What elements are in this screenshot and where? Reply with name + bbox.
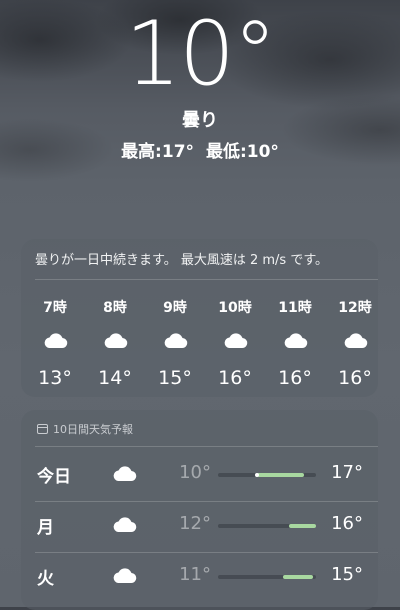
- day-high-temperature: 17°: [331, 462, 363, 483]
- cloud-icon: [111, 566, 137, 588]
- daily-row[interactable]: 月 12° 16°: [21, 501, 378, 551]
- hourly-scroll[interactable]: 7時 13° 8時 14° 9時 15° 10時 16° 11時 16° 12時 16°: [21, 297, 378, 389]
- high-temperature: 最高:17°: [121, 142, 195, 162]
- hour-temperature: 16°: [278, 367, 312, 389]
- temperature-range-bar: [218, 524, 316, 528]
- hour-temperature: 14°: [98, 367, 132, 389]
- temperature-range-bar: [218, 575, 316, 579]
- calendar-icon: [37, 424, 48, 434]
- temperature-range-fill: [257, 473, 305, 477]
- hour-time: 11時: [278, 300, 312, 316]
- cloud-icon: [145, 331, 205, 353]
- day-high-temperature: 15°: [331, 564, 363, 585]
- daily-header: 10日間天気予報: [37, 421, 133, 437]
- current-condition: 曇り: [182, 110, 218, 131]
- hourly-summary: 曇りが一日中続きます。 最大風速は 2 m/s です。: [35, 253, 329, 268]
- cloud-icon: [205, 331, 265, 353]
- hour-column: 12時 16°: [325, 297, 385, 389]
- high-low: 最高:17° 最低:10°: [0, 137, 400, 162]
- hour-column: 9時 15°: [145, 297, 205, 389]
- daily-forecast-card[interactable]: 10日間天気予報 今日 10° 17° 月 12° 16° 火 11° 15°: [21, 410, 378, 610]
- hour-time: 8時: [103, 300, 127, 316]
- divider: [35, 446, 378, 447]
- cloud-icon: [25, 331, 85, 353]
- day-label: 火: [37, 569, 54, 589]
- hour-column: 7時 13°: [25, 297, 85, 389]
- divider: [35, 279, 378, 280]
- cloud-icon: [325, 331, 385, 353]
- day-label: 今日: [37, 467, 71, 487]
- hour-time: 12時: [338, 300, 372, 316]
- hour-time: 10時: [218, 300, 252, 316]
- temperature-range-fill: [288, 524, 316, 528]
- divider: [35, 552, 378, 553]
- temperature-range-fill: [282, 575, 314, 579]
- temperature-range-bar: [218, 473, 316, 477]
- daily-header-label: 10日間天気予報: [53, 423, 133, 436]
- day-low-temperature: 11°: [179, 564, 211, 585]
- day-low-temperature: 12°: [179, 513, 211, 534]
- divider: [35, 501, 378, 502]
- hour-temperature: 16°: [338, 367, 372, 389]
- cloud-icon: [265, 331, 325, 353]
- low-temperature: 最低:10°: [205, 142, 279, 162]
- day-low-temperature: 10°: [179, 462, 211, 483]
- current-temperature: 10°: [125, 2, 277, 105]
- day-label: 月: [37, 518, 54, 538]
- hour-column: 8時 14°: [85, 297, 145, 389]
- hour-temperature: 15°: [158, 367, 192, 389]
- day-high-temperature: 16°: [331, 513, 363, 534]
- hour-time: 7時: [43, 300, 67, 316]
- cloud-icon: [85, 331, 145, 353]
- hour-temperature: 13°: [38, 367, 72, 389]
- cloud-icon: [111, 515, 137, 537]
- hour-time: 9時: [163, 300, 187, 316]
- hour-column: 11時 16°: [265, 297, 325, 389]
- daily-row[interactable]: 火 11° 15°: [21, 552, 378, 602]
- daily-row[interactable]: 今日 10° 17°: [21, 450, 378, 500]
- hour-temperature: 16°: [218, 367, 252, 389]
- hour-column: 10時 16°: [205, 297, 265, 389]
- hourly-forecast-card[interactable]: 曇りが一日中続きます。 最大風速は 2 m/s です。 7時 13° 8時 14° 9時…: [21, 239, 378, 397]
- cloud-icon: [111, 464, 137, 486]
